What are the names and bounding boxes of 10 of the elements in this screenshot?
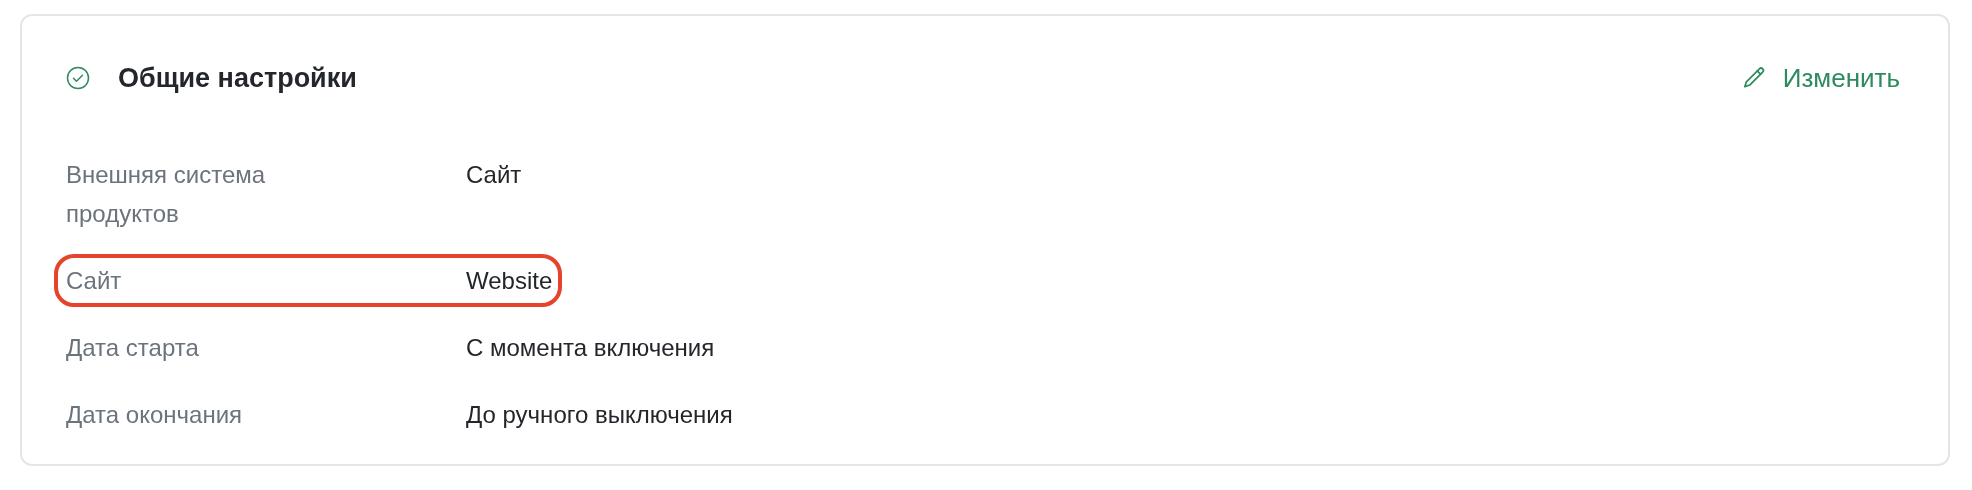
field-label: Внешняя система продуктов — [66, 160, 267, 229]
field-value: До ручного выключения — [466, 400, 733, 430]
field-label: Дата старта — [66, 333, 200, 363]
field-label: Дата окончания — [66, 400, 244, 430]
field-value: Сайт — [466, 160, 522, 190]
field-value: С момента включения — [466, 333, 715, 363]
field-label: Сайт — [66, 266, 123, 296]
section-title: Общие настройки — [118, 61, 357, 95]
field-value: Website — [466, 266, 553, 296]
edit-button[interactable]: Изменить — [1740, 58, 1900, 98]
